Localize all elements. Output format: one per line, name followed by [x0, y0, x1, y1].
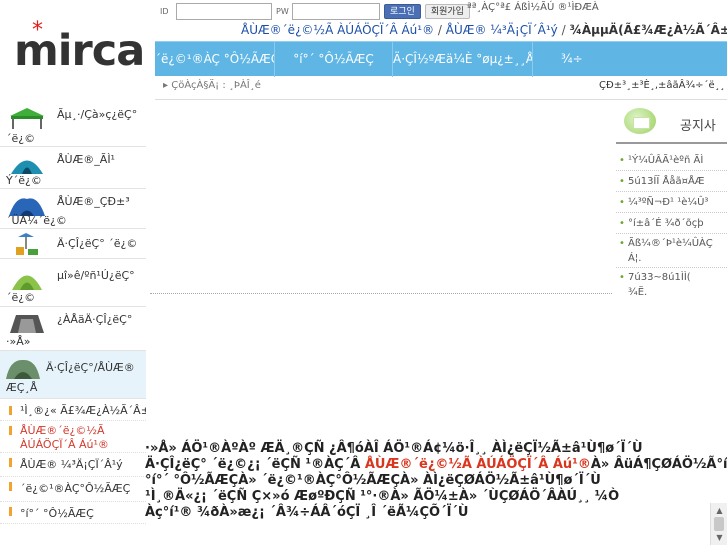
bullet-bar-icon: [9, 458, 12, 467]
bullet-icon: •: [619, 197, 625, 208]
category-hiking-gear[interactable]: µî»ê/ºñ¹Ú¿ëÇ° ´ë¿©: [0, 259, 146, 307]
hiking-gear-icon: [12, 275, 42, 290]
dome-tent-icon: [11, 160, 43, 174]
content-line: Àç°í¹® ¾ðÀ»æ¿¡ ´Â¾÷ÁÂ´óÇÏ ¸Î ´ëÃ¼ÇÕ´Ï´Ù: [145, 505, 469, 520]
bullet-bar-icon: [9, 482, 12, 491]
content-line: ¹Ì¸®Ä«¿¡ ´ëÇÑ Ç×»ó ÆøºÐÇÑ ¹°·®À» ÃÖ¼±À» …: [145, 489, 620, 504]
sub-link-customer-board[interactable]: °í°´ °Ô½ÃÆÇ: [0, 502, 146, 524]
auto-camping-icon: [10, 315, 44, 333]
login-button[interactable]: 로그인: [384, 3, 421, 19]
quick-link-directions[interactable]: ¾ÀµµÄ(Ã£¾Æ¿À½Ã´Â±æ: [569, 23, 727, 37]
notice-divider: [616, 142, 727, 144]
breadcrumb-right-text: ÇÐ±³¸±³È¸,±âãÂ¾÷´ë¸¸: [599, 80, 725, 91]
notice-item[interactable]: • ¼³ºÑ¬Ð¹ ¹è¼Û³: [616, 192, 727, 213]
content-line: °í°´ °Ô½ÃÆÇÀ» ´ë¿©¹®ÀÇ°Ô½ÃÆÇÀ» ÀÌ¿ëÇØÁÖ½…: [145, 473, 601, 488]
id-label: ID: [160, 6, 169, 16]
logo-wordmark: mirca: [14, 26, 145, 76]
pw-label: PW: [276, 6, 289, 16]
id-input[interactable]: [176, 2, 272, 20]
scroll-up-icon[interactable]: ▲: [714, 505, 725, 516]
category-dome-tent[interactable]: ÅÙÆ®_ÃÌ¹ Ý´ë¿©: [0, 147, 146, 189]
scroll-down-icon[interactable]: ▼: [714, 532, 725, 543]
quick-link-separator: /: [434, 23, 446, 37]
notice-item[interactable]: • 7ú33~8ú1ÌÌ(¾Ë.: [616, 268, 727, 302]
bullet-bar-icon: [9, 507, 12, 516]
faq-inline-link[interactable]: ÅÙÆ®´ë¿©½Ã ÀÚÁÖÇÏ´Â Áú¹®: [365, 457, 591, 472]
bullet-icon: •: [619, 155, 625, 166]
breadcrumb: ▸ ÇöÀçÀ§Ä¡ : ¸ÞÀÎ¸é: [163, 80, 261, 91]
shop-tent-icon: [6, 359, 40, 379]
menu-group-purchase[interactable]: Ä·ÇÎ½ºÆä¼È °øµ¿±¸¸Å: [393, 42, 533, 77]
quick-link-faq[interactable]: ÅÙÆ®´ë¿©½Ã ÀÚÁÖÇÏ´Â Áú¹®: [241, 23, 434, 37]
scrollbar[interactable]: ▲ ▼: [710, 503, 727, 545]
menu-rental-inquiry[interactable]: ´ë¿©¹®ÀÇ °Ô½ÃÆÇ: [155, 42, 275, 77]
join-button[interactable]: 회원가입: [424, 3, 470, 19]
content-line: Ä·ÇÎ¿ëÇ° ´ë¿©¿¡ ´ëÇÑ ¹®ÀÇ´Â ÅÙÆ®´ë¿©½Ã À…: [145, 457, 727, 472]
envelope-icon: [624, 108, 656, 134]
login-form: ID PW 로그인 회원가입: [160, 2, 470, 20]
menu-customer-board[interactable]: °í°´ °Ô½ÃÆÇ: [275, 42, 393, 77]
bullet-icon: •: [619, 272, 625, 283]
notice-list: • ¹Ý¼ÛÂÃ¹èºñ ÃÌ • 5ú13ÍÏ Ååã¤ÅÆ • ¼³ºÑ¬Ð¹ ¹…: [616, 150, 727, 302]
breadcrumb-arrow-icon: ▸: [163, 80, 169, 91]
breadcrumb-label: ÇöÀçÀ§Ä¡ : ¸ÞÀÎ¸é: [171, 80, 261, 91]
menu-item-4[interactable]: ¾÷: [533, 42, 727, 77]
quick-links: ÅÙÆ®´ë¿©½Ã ÀÚÁÖÇÏ´Â Áú¹® / ÅÙÆ® ¼³Ä¡ÇÏ´Â…: [241, 23, 727, 37]
category-shop[interactable]: Ä·ÇÎ¿ëÇ°/ÅÙÆ® ÆÇ¸Å: [0, 351, 146, 399]
notice-item[interactable]: • ¹Ý¼ÛÂÃ¹èºñ ÃÌ: [616, 150, 727, 171]
bullet-bar-icon: [9, 426, 12, 435]
notice-item[interactable]: • °í±â´É ¾ð´õçþ: [616, 213, 727, 234]
category-canopy[interactable]: Ãµ¸·/Çà»ç¿ëÇ° ´ë¿©: [0, 102, 146, 147]
main-menu: ´ë¿©¹®ÀÇ °Ô½ÃÆÇ °í°´ °Ô½ÃÆÇ Ä·ÇÎ½ºÆä¼È °…: [155, 41, 727, 77]
canopy-tent-icon: [10, 108, 44, 129]
sub-link-faq[interactable]: ÅÙÆ®´ë¿©½Ã ÀÚÁÖÇÏ´Â Áú¹®: [0, 421, 146, 453]
bullet-bar-icon: [9, 406, 12, 415]
password-input[interactable]: [292, 2, 380, 20]
notice-item[interactable]: • 5ú13ÍÏ Ååã¤ÅÆ: [616, 171, 727, 192]
mirca-logo[interactable]: * mirca: [14, 20, 145, 73]
sub-link-directions[interactable]: ¹Ì¸®¿« Ã£¾Æ¿À½Ã´Â±æ: [0, 401, 146, 421]
content-line: ·»Å» ÁÖ¹®ÀºÀº ÆÄ¸®ÇÑ ¿Â¶óÀÎ ÁÖ¹®Á¢¼ö·Î¸¸…: [145, 441, 643, 456]
bullet-icon: •: [619, 176, 625, 187]
sub-link-rental-board[interactable]: ´ë¿©¹®ÀÇ°Ô½ÃÆÇ: [0, 477, 146, 502]
category-school-tent[interactable]: ÅÙÆ®_ÇÐ±³ ´ÜÃ¼´ë¿©: [0, 189, 146, 229]
content-divider: [150, 293, 612, 294]
breadcrumb-divider: [155, 99, 727, 100]
notice-header: 공지사: [620, 103, 727, 143]
main-content-text: ·»Å» ÁÖ¹®ÀºÀº ÆÄ¸®ÇÑ ¿Â¶óÀÎ ÁÖ¹®Á¢¼ö·Î¸¸…: [145, 441, 727, 521]
category-camping-gear[interactable]: Ä·ÇÎ¿ëÇ° ´ë¿©: [0, 229, 146, 259]
notice-title[interactable]: 공지사: [680, 115, 716, 134]
category-sidebar: Ãµ¸·/Çà»ç¿ëÇ° ´ë¿© ÅÙÆ®_ÃÌ¹ Ý´ë¿© ÅÙÆ®_Ç…: [0, 102, 146, 524]
scroll-thumb[interactable]: [714, 517, 724, 531]
top-links[interactable]: ªª¸ÀÇ°ª£ ÁßÌ½ÃÚ ®¹ÌÐÆÀ: [467, 2, 599, 13]
bullet-icon: •: [619, 218, 625, 229]
quick-link-setup[interactable]: ÅÙÆ® ¼³Ä¡ÇÏ´Â¹ý: [446, 23, 558, 37]
quick-link-separator: /: [557, 23, 570, 37]
notice-item[interactable]: • Ãß¼®´Þ¹è¼ÛÀÇ Á¦.: [616, 234, 727, 268]
bullet-icon: •: [619, 238, 625, 249]
category-auto-camping[interactable]: ¿ÀÅäÄ·ÇÎ¿ëÇ° ·»Å»: [0, 307, 146, 351]
sub-link-setup[interactable]: ÅÙÆ® ¼³Ä¡ÇÏ´Â¹ý: [0, 453, 146, 477]
camping-gear-icon: [16, 233, 38, 255]
